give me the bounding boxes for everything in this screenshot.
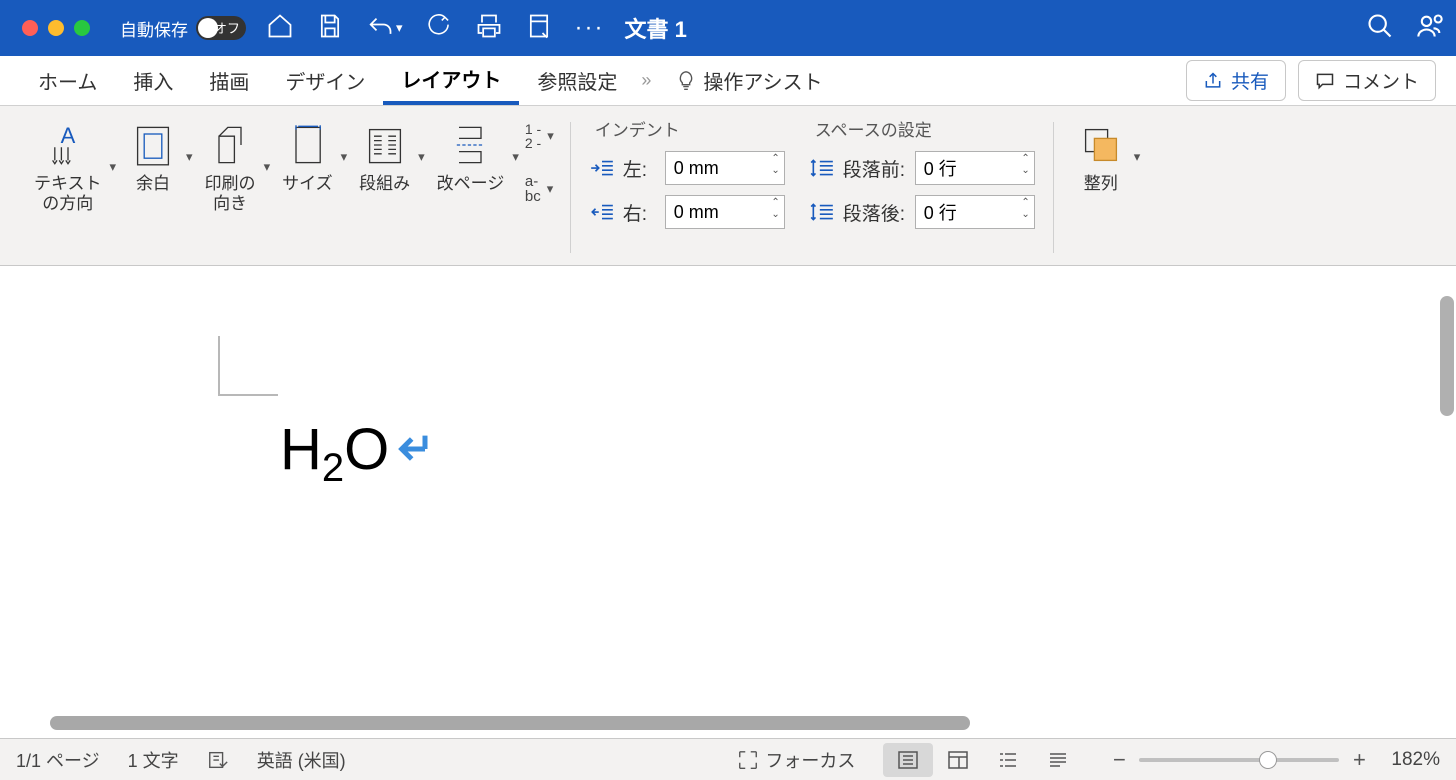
spinner-up[interactable]: ⌃ (1021, 198, 1029, 208)
char-count[interactable]: 1 文字 (128, 747, 179, 773)
maximize-window[interactable] (74, 20, 90, 36)
tab-insert[interactable]: 挿入 (115, 58, 191, 103)
chevron-down-icon[interactable]: ▾ (1134, 149, 1141, 165)
breaks-button[interactable]: 改ページ (431, 116, 511, 198)
ribbon-layout: A テキスト の方向 ▾ 余白 ▾ 印刷の 向き ▾ サイズ (0, 106, 1456, 266)
arrange-button[interactable]: 整列 (1070, 116, 1132, 198)
comment-button[interactable]: コメント (1298, 60, 1436, 101)
size-button[interactable]: サイズ (276, 116, 339, 198)
vertical-scrollbar[interactable] (1440, 296, 1454, 416)
spacing-group: スペースの設定 段落前: 0 行 ⌃⌄ 段落後: 0 行 ⌃⌄ (797, 116, 1047, 259)
document-canvas[interactable]: H2O (0, 266, 1456, 738)
account-icon[interactable] (1416, 12, 1444, 45)
indent-right-input[interactable]: 0 mm ⌃⌄ (665, 195, 785, 229)
spinner-up[interactable]: ⌃ (771, 198, 779, 208)
hyphenation-button[interactable]: a- bc ▾ (525, 174, 554, 204)
draft-view[interactable] (1033, 743, 1083, 777)
share-icon (1203, 71, 1223, 91)
close-window[interactable] (22, 20, 38, 36)
spinner-down[interactable]: ⌄ (1021, 210, 1029, 220)
print-layout-view[interactable] (883, 743, 933, 777)
tab-design[interactable]: デザイン (267, 58, 383, 103)
focus-mode-button[interactable]: フォーカス (737, 747, 855, 773)
lightbulb-icon (675, 70, 697, 92)
indent-group: インデント 左: 0 mm ⌃⌄ 右: 0 mm ⌃⌄ (577, 116, 797, 259)
document-title: 文書 1 (625, 12, 687, 44)
spacing-after-input[interactable]: 0 行 ⌃⌄ (915, 195, 1035, 229)
indent-left-input[interactable]: 0 mm ⌃⌄ (665, 151, 785, 185)
chevron-down-icon[interactable]: ▾ (341, 149, 348, 165)
document-text[interactable]: H2O (280, 416, 435, 483)
indent-left-icon (589, 157, 615, 179)
indent-right-icon (589, 201, 615, 223)
status-bar: 1/1 ページ 1 文字 英語 (米国) フォーカス − + 182% (0, 738, 1456, 780)
tab-layout[interactable]: レイアウト (383, 56, 519, 105)
margins-button[interactable]: 余白 (122, 116, 184, 198)
spacing-after-icon (809, 201, 835, 223)
zoom-percent[interactable]: 182% (1391, 749, 1440, 771)
search-icon[interactable] (1366, 12, 1394, 45)
tab-home[interactable]: ホーム (20, 58, 115, 103)
redo-icon[interactable] (425, 12, 453, 45)
outline-view[interactable] (983, 743, 1033, 777)
titlebar: 自動保存 オフ ▾ ··· 文書 1 (0, 0, 1456, 56)
tab-draw[interactable]: 描画 (191, 58, 267, 103)
comment-icon (1315, 71, 1335, 91)
share-button[interactable]: 共有 (1186, 60, 1286, 101)
web-layout-view[interactable] (933, 743, 983, 777)
line-numbers-button[interactable]: 1 - 2 - ▾ (525, 122, 554, 150)
tab-assist[interactable]: 操作アシスト (657, 58, 840, 103)
spinner-down[interactable]: ⌄ (771, 210, 779, 220)
tab-overflow[interactable]: » (641, 70, 651, 91)
chevron-down-icon[interactable]: ▾ (418, 149, 425, 165)
zoom-out-button[interactable]: − (1107, 747, 1131, 773)
minimize-window[interactable] (48, 20, 64, 36)
proofing-button[interactable] (207, 749, 229, 771)
spinner-down[interactable]: ⌄ (771, 166, 779, 176)
svg-text:A: A (60, 123, 75, 148)
spinner-up[interactable]: ⌃ (1021, 154, 1029, 164)
autosave-label: 自動保存 (120, 16, 188, 41)
template-icon[interactable] (525, 12, 553, 45)
orientation-button[interactable]: 印刷の 向き (199, 116, 262, 219)
zoom-control: − + 182% (1107, 747, 1440, 773)
text-direction-button[interactable]: A テキスト の方向 (28, 116, 108, 219)
tab-references[interactable]: 参照設定 (519, 58, 635, 103)
chevron-down-icon[interactable]: ▾ (264, 159, 271, 175)
spinner-down[interactable]: ⌄ (1021, 166, 1029, 176)
paragraph-mark-icon (395, 416, 435, 483)
more-commands[interactable]: ··· (575, 14, 605, 42)
chevron-down-icon[interactable]: ▾ (186, 149, 193, 165)
page-margin-guide (218, 336, 278, 396)
zoom-slider[interactable] (1139, 758, 1339, 762)
quick-access-toolbar: ▾ ··· (266, 12, 605, 45)
page-count[interactable]: 1/1 ページ (16, 747, 100, 773)
columns-button[interactable]: 段組み (353, 116, 416, 198)
spinner-up[interactable]: ⌃ (771, 154, 779, 164)
spacing-before-input[interactable]: 0 行 ⌃⌄ (915, 151, 1035, 185)
ribbon-tabs: ホーム 挿入 描画 デザイン レイアウト 参照設定 » 操作アシスト 共有 コメ… (0, 56, 1456, 106)
autosave-toggle[interactable]: オフ (196, 16, 246, 40)
home-icon[interactable] (266, 12, 294, 45)
undo-icon[interactable]: ▾ (366, 14, 403, 42)
chevron-down-icon[interactable]: ▾ (512, 149, 519, 165)
horizontal-scrollbar[interactable] (50, 716, 970, 730)
window-controls (22, 20, 90, 36)
save-icon[interactable] (316, 12, 344, 45)
print-icon[interactable] (475, 12, 503, 45)
spacing-before-icon (809, 157, 835, 179)
zoom-in-button[interactable]: + (1347, 747, 1371, 773)
language-button[interactable]: 英語 (米国) (257, 747, 346, 773)
chevron-down-icon[interactable]: ▾ (110, 159, 117, 175)
